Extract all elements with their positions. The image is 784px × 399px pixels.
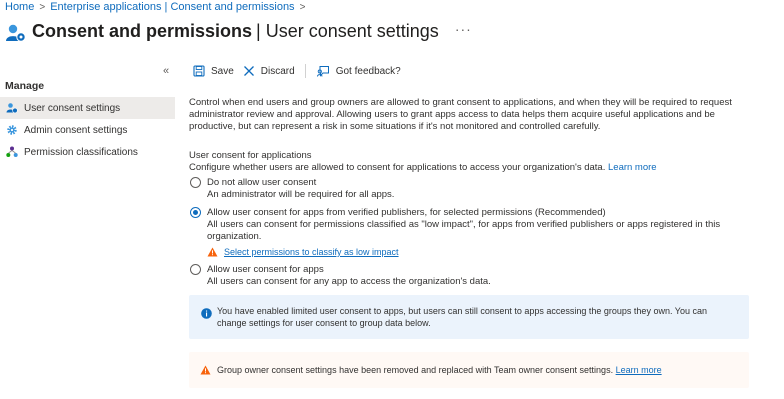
page-description: Control when end users and group owners …	[189, 97, 732, 132]
toolbar-divider	[304, 64, 306, 78]
sidebar-item-label: User consent settings	[24, 102, 121, 114]
sidebar-item-label: Admin consent settings	[24, 124, 128, 136]
info-message-bar: You have enabled limited user consent to…	[189, 295, 749, 339]
radio-option-verified-publishers[interactable]: Allow user consent for apps from verifie…	[189, 207, 761, 258]
discard-button[interactable]: Discard	[243, 65, 295, 77]
select-permissions-link[interactable]: Select permissions to classify as low im…	[224, 246, 399, 258]
section-description: Configure whether users are allowed to c…	[189, 162, 761, 174]
radio-button[interactable]	[190, 264, 201, 275]
collapse-sidebar-button[interactable]: «	[163, 65, 169, 77]
radio-option-description: All users can consent for permissions cl…	[207, 219, 721, 242]
info-message-text: You have enabled limited user consent to…	[217, 306, 707, 328]
sidebar-item-user-consent-settings[interactable]: User consent settings	[0, 97, 175, 119]
user-consent-icon	[6, 103, 18, 114]
discard-label: Discard	[260, 65, 295, 77]
radio-button[interactable]	[190, 177, 201, 188]
page-header: Consent and permissions | User consent s…	[5, 18, 472, 44]
section-label: User consent for applications	[189, 150, 312, 161]
warning-icon	[207, 247, 218, 257]
gear-icon	[7, 125, 17, 135]
radio-option-description: An administrator will be required for al…	[207, 189, 395, 200]
warning-message-bar: Group owner consent settings have been r…	[189, 352, 749, 388]
command-bar: Save Discard Got feedback?	[193, 62, 401, 80]
sidebar-nav: User consent settings Admin consent sett…	[0, 97, 175, 163]
section-description-text: Configure whether users are allowed to c…	[189, 162, 606, 173]
sidebar-item-admin-consent-settings[interactable]: Admin consent settings	[0, 119, 175, 141]
radio-option-all-apps[interactable]: Allow user consent for apps All users ca…	[189, 264, 761, 288]
save-label: Save	[211, 65, 234, 77]
sidebar-item-label: Permission classifications	[24, 146, 138, 158]
learn-more-link[interactable]: Learn more	[608, 162, 657, 173]
warning-icon	[200, 365, 211, 377]
main-content: Control when end users and group owners …	[189, 97, 761, 288]
radio-button-selected[interactable]	[190, 207, 201, 218]
breadcrumb-enterprise-apps[interactable]: Enterprise applications | Consent and pe…	[50, 1, 294, 13]
radio-option-no-consent[interactable]: Do not allow user consent An administrat…	[189, 177, 761, 201]
page-subtitle: | User consent settings	[256, 20, 439, 41]
warning-learn-more-link[interactable]: Learn more	[616, 365, 662, 375]
radio-option-title: Do not allow user consent	[207, 177, 317, 188]
radio-option-title: Allow user consent for apps from verifie…	[207, 207, 606, 218]
sidebar-section-manage: Manage	[5, 80, 45, 92]
close-icon	[243, 66, 254, 76]
warning-message-text: Group owner consent settings have been r…	[217, 365, 614, 375]
feedback-button[interactable]: Got feedback?	[316, 65, 401, 77]
feedback-icon	[316, 66, 329, 77]
radio-option-description: All users can consent for any app to acc…	[207, 276, 491, 287]
more-options-button[interactable]: ···	[455, 21, 472, 37]
breadcrumb-home[interactable]: Home	[5, 1, 34, 13]
info-icon	[201, 308, 212, 323]
classification-icon	[6, 146, 18, 157]
sidebar-item-permission-classifications[interactable]: Permission classifications	[0, 141, 175, 163]
classify-permissions-row: Select permissions to classify as low im…	[207, 246, 761, 258]
breadcrumb-separator: >	[299, 1, 306, 13]
breadcrumb-separator: >	[39, 1, 46, 13]
page-title: Consent and permissions	[32, 20, 253, 41]
radio-option-title: Allow user consent for apps	[207, 264, 324, 275]
breadcrumb: Home > Enterprise applications | Consent…	[5, 1, 305, 13]
consent-permissions-icon	[5, 22, 27, 44]
feedback-label: Got feedback?	[335, 65, 401, 77]
save-button[interactable]: Save	[193, 65, 234, 77]
save-icon	[193, 65, 205, 77]
